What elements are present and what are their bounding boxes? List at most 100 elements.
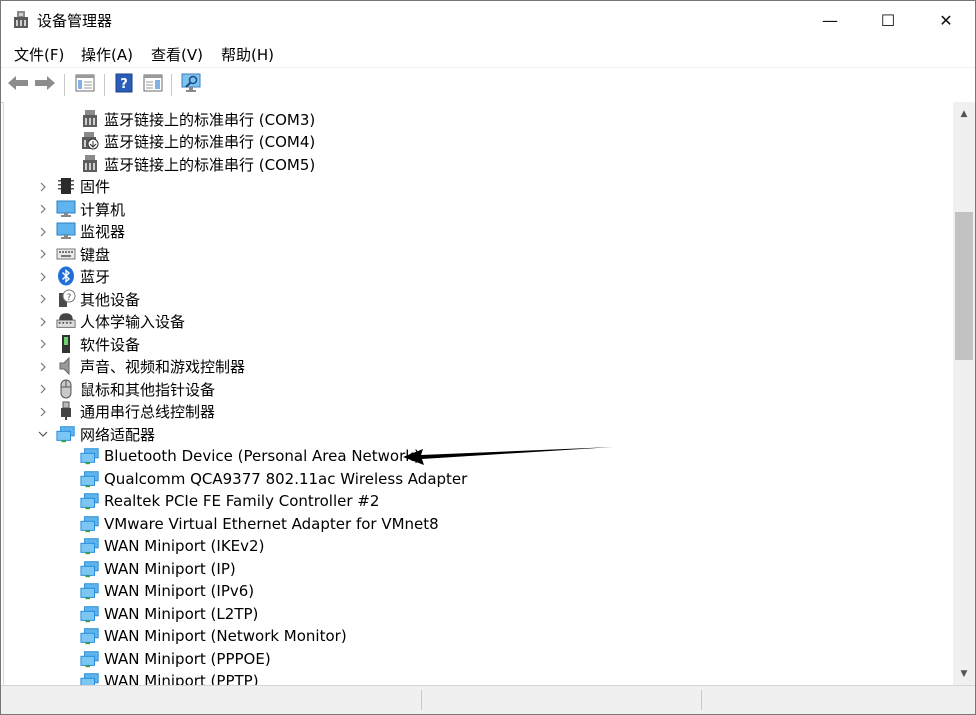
menu-view[interactable]: 查看(V) [151, 44, 203, 65]
tree-category-label: 键盘 [80, 245, 111, 264]
tree-category-label: 软件设备 [80, 335, 141, 354]
mouse-icon [56, 379, 76, 399]
tree-category-bluetooth[interactable]: 蓝牙 [56, 265, 110, 287]
network-adapter-icon [80, 626, 100, 646]
scroll-thumb[interactable] [955, 212, 973, 360]
tree-item-com4[interactable]: 蓝牙链接上的标准串行 (COM4) [80, 130, 315, 152]
tree-item-com3[interactable]: 蓝牙链接上的标准串行 (COM3) [80, 108, 315, 130]
title-bar[interactable]: 设备管理器 — ☐ ✕ [1, 1, 975, 39]
toolbar-separator [104, 74, 105, 96]
expand-chevron[interactable] [37, 271, 49, 283]
expand-chevron[interactable] [37, 293, 49, 305]
device-manager-app-icon [13, 11, 29, 29]
serial-port-icon [80, 109, 100, 129]
annotation-arrow [403, 447, 613, 465]
scan-hardware-monitor-icon [180, 73, 202, 97]
tree-category-label: 人体学输入设备 [80, 312, 186, 331]
tree-category-keyboards[interactable]: 键盘 [56, 243, 110, 265]
tree-item-com5[interactable]: 蓝牙链接上的标准串行 (COM5) [80, 153, 315, 175]
properties-grid-icon [75, 74, 95, 96]
menu-help[interactable]: 帮助(H) [221, 44, 274, 65]
network-adapter-icon [80, 446, 100, 466]
hid-icon [56, 311, 76, 331]
tree-category-label: 蓝牙 [80, 267, 111, 286]
tree-item-label: WAN Miniport (Network Monitor) [104, 627, 347, 645]
chevron-right-icon [40, 182, 46, 192]
window-title: 设备管理器 [37, 12, 113, 30]
tree-category-monitors[interactable]: 监视器 [56, 220, 125, 242]
keyboard-icon [56, 244, 76, 264]
tree-category-label: 监视器 [80, 222, 126, 241]
back-button[interactable] [6, 73, 30, 97]
device-tree[interactable]: 蓝牙链接上的标准串行 (COM3) 蓝牙链接上的标准串行 (COM4) 蓝牙链接… [3, 102, 954, 685]
collapse-chevron[interactable] [37, 428, 49, 440]
tree-category-label: 通用串行总线控制器 [80, 402, 216, 421]
tree-item-vmware[interactable]: VMware Virtual Ethernet Adapter for VMne… [80, 513, 439, 535]
tree-item-label: WAN Miniport (PPTP) [104, 672, 259, 685]
tree-item-wan-ikev2[interactable]: WAN Miniport (IKEv2) [80, 535, 264, 557]
speaker-icon [56, 356, 76, 376]
maximize-button[interactable]: ☐ [859, 1, 917, 39]
menu-bar: 文件(F) 操作(A) 查看(V) 帮助(H) [1, 39, 975, 67]
update-driver-icon [143, 74, 163, 96]
chevron-right-icon [40, 339, 46, 349]
expand-chevron[interactable] [37, 316, 49, 328]
close-button[interactable]: ✕ [917, 1, 975, 39]
tree-category-firmware[interactable]: 固件 [56, 175, 110, 197]
vertical-scrollbar[interactable]: ▲ ▼ [953, 102, 975, 685]
tree-category-label: 鼠标和其他指针设备 [80, 380, 216, 399]
svg-text:?: ? [120, 77, 128, 92]
tree-item-bluetooth-pan[interactable]: Bluetooth Device (Personal Area Network) [80, 445, 420, 467]
scan-hardware-button[interactable] [179, 73, 203, 97]
tree-item-wan-l2tp[interactable]: WAN Miniport (L2TP) [80, 603, 258, 625]
expand-chevron[interactable] [37, 361, 49, 373]
menu-action[interactable]: 操作(A) [81, 44, 133, 65]
expand-chevron[interactable] [37, 406, 49, 418]
scroll-down-button[interactable]: ▼ [958, 668, 970, 680]
status-cell-main [1, 690, 422, 710]
tree-item-wan-pppoe[interactable]: WAN Miniport (PPPOE) [80, 648, 271, 670]
tree-category-network-adapters[interactable]: 网络适配器 [56, 423, 155, 445]
tree-item-qualcomm[interactable]: Qualcomm QCA9377 802.11ac Wireless Adapt… [80, 468, 467, 490]
chevron-right-icon [40, 294, 46, 304]
menu-file[interactable]: 文件(F) [14, 44, 64, 65]
chevron-right-icon [40, 204, 46, 214]
tree-category-label: 其他设备 [80, 290, 141, 309]
tree-item-wan-ip[interactable]: WAN Miniport (IP) [80, 558, 236, 580]
network-adapter-icon [80, 559, 100, 579]
tree-category-usb[interactable]: 通用串行总线控制器 [56, 400, 215, 422]
properties-button[interactable] [73, 73, 97, 97]
tree-category-software-devices[interactable]: 软件设备 [56, 333, 140, 355]
serial-port-disabled-icon [80, 131, 100, 151]
expand-chevron[interactable] [37, 203, 49, 215]
expand-chevron[interactable] [37, 226, 49, 238]
tree-item-label: 蓝牙链接上的标准串行 (COM5) [104, 155, 316, 174]
expand-chevron[interactable] [37, 248, 49, 260]
tree-item-wan-ipv6[interactable]: WAN Miniport (IPv6) [80, 580, 254, 602]
tree-category-mice[interactable]: 鼠标和其他指针设备 [56, 378, 215, 400]
tree-item-realtek[interactable]: Realtek PCIe FE Family Controller #2 [80, 490, 379, 512]
network-adapter-icon [80, 604, 100, 624]
update-driver-button[interactable] [141, 73, 165, 97]
serial-port-icon [80, 154, 100, 174]
tree-item-label: VMware Virtual Ethernet Adapter for VMne… [104, 515, 439, 533]
help-button[interactable]: ? [112, 73, 136, 97]
expand-chevron[interactable] [37, 383, 49, 395]
status-cell-secondary [421, 690, 702, 710]
forward-arrow-icon [34, 75, 56, 95]
tree-item-wan-network-monitor[interactable]: WAN Miniport (Network Monitor) [80, 625, 347, 647]
minimize-button[interactable]: — [801, 1, 859, 39]
expand-chevron[interactable] [37, 181, 49, 193]
chevron-right-icon [40, 407, 46, 417]
back-arrow-icon [7, 75, 29, 95]
tree-category-computer[interactable]: 计算机 [56, 198, 125, 220]
tree-category-other-devices[interactable]: ? 其他设备 [56, 288, 140, 310]
scroll-down-arrow-icon: ▼ [960, 669, 968, 679]
tree-item-wan-pptp[interactable]: WAN Miniport (PPTP) [80, 670, 259, 685]
tree-category-label: 声音、视频和游戏控制器 [80, 357, 246, 376]
forward-button[interactable] [33, 73, 57, 97]
tree-category-hid[interactable]: 人体学输入设备 [56, 310, 185, 332]
tree-category-sound-video-game[interactable]: 声音、视频和游戏控制器 [56, 355, 245, 377]
expand-chevron[interactable] [37, 338, 49, 350]
scroll-up-button[interactable]: ▲ [958, 108, 970, 120]
